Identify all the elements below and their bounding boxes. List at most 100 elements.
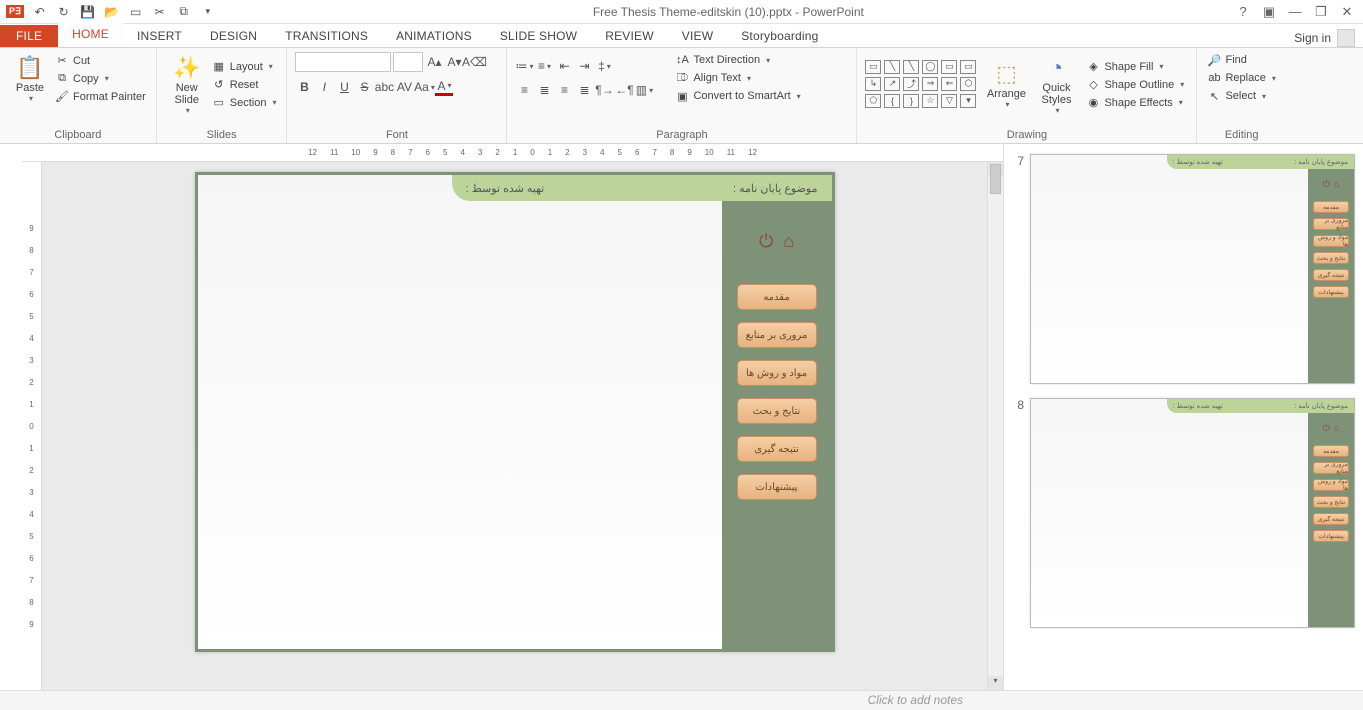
quick-styles-button[interactable]: ◔ Quick Styles▾ <box>1034 52 1078 117</box>
open-icon[interactable]: 📂 <box>104 4 120 20</box>
find-icon: 🔎 <box>1207 53 1221 67</box>
shrink-font-icon[interactable]: A▾ <box>445 53 463 71</box>
new-slide-button[interactable]: ✨ New Slide ▾ <box>165 52 209 117</box>
tab-animations[interactable]: ANIMATIONS <box>382 25 486 47</box>
new-doc-icon[interactable]: ▭ <box>128 4 144 20</box>
vertical-ruler[interactable]: 9876543210123456789 <box>22 162 42 690</box>
notes-pane[interactable]: Click to add notes <box>0 690 1363 710</box>
scroll-down-icon[interactable]: ▾ <box>988 676 1003 690</box>
ribbon-display-icon[interactable]: ▣ <box>1261 4 1277 20</box>
select-button[interactable]: ↖Select▾ <box>1205 88 1277 104</box>
tab-view[interactable]: VIEW <box>668 25 727 47</box>
thumb-number: 8 <box>1012 398 1024 628</box>
rtl-icon[interactable]: ←¶ <box>615 81 633 99</box>
tab-file[interactable]: FILE <box>0 25 58 47</box>
nav-btn-2[interactable]: مواد و روش ها <box>737 360 817 386</box>
reset-icon: ↺ <box>212 78 226 92</box>
italic-icon[interactable]: I <box>315 78 333 96</box>
vertical-scrollbar[interactable]: ▴ ▾ <box>987 162 1003 690</box>
nav-btn-4[interactable]: نتیجه گیری <box>737 436 817 462</box>
shape-outline-button[interactable]: ◇Shape Outline▾ <box>1084 77 1186 93</box>
paste-icon: 📋 <box>16 54 44 82</box>
align-left-icon[interactable]: ≡ <box>515 81 533 99</box>
underline-icon[interactable]: U <box>335 78 353 96</box>
thumbnail[interactable]: 7 موضوع پایان نامه :تهیه شده توسط : ⏻⌂ م… <box>1012 154 1355 384</box>
align-center-icon[interactable]: ≣ <box>535 81 553 99</box>
align-right-icon[interactable]: ≡ <box>555 81 573 99</box>
columns-icon[interactable]: ▥▾ <box>635 81 653 99</box>
copy-button[interactable]: ⧉Copy▾ <box>53 71 148 87</box>
copy-qat-icon[interactable]: ⧉ <box>176 4 192 20</box>
format-painter-button[interactable]: 🖌Format Painter <box>53 89 148 105</box>
replace-icon: ab <box>1207 71 1221 85</box>
decrease-indent-icon[interactable]: ⇤ <box>555 57 573 75</box>
redo-icon[interactable]: ↻ <box>56 4 72 20</box>
restore-icon[interactable]: ❐ <box>1313 4 1329 20</box>
paste-button[interactable]: 📋 Paste ▾ <box>8 52 52 105</box>
tab-design[interactable]: DESIGN <box>196 25 271 47</box>
text-direction-button[interactable]: ↕AText Direction▾ <box>673 52 802 68</box>
tab-insert[interactable]: INSERT <box>123 25 196 47</box>
nav-btn-0[interactable]: مقدمه <box>737 284 817 310</box>
strikethrough-icon[interactable]: S <box>355 78 373 96</box>
close-icon[interactable]: ✕ <box>1339 4 1355 20</box>
shape-effects-button[interactable]: ◉Shape Effects▾ <box>1084 95 1186 111</box>
slide-main[interactable]: موضوع پایان نامه : تهیه شده توسط : ⏻ ⌂ م… <box>195 172 835 652</box>
shapes-gallery[interactable]: ▭╲╲◯▭▭ ↳↗⤴⇒⇐⬡ ⬠{}☆▽▾ <box>865 60 978 110</box>
tab-slideshow[interactable]: SLIDE SHOW <box>486 25 591 47</box>
shape-fill-button[interactable]: ◈Shape Fill▾ <box>1084 59 1186 75</box>
line-spacing-icon[interactable]: ‡▾ <box>595 57 613 75</box>
find-button[interactable]: 🔎Find <box>1205 52 1277 68</box>
thumbnail[interactable]: 8 موضوع پایان نامه :تهیه شده توسط : ⏻⌂ م… <box>1012 398 1355 628</box>
help-icon[interactable]: ? <box>1235 4 1251 19</box>
ltr-icon[interactable]: ¶→ <box>595 81 613 99</box>
save-icon[interactable]: 💾 <box>80 4 96 20</box>
tab-home[interactable]: HOME <box>58 23 123 47</box>
grow-font-icon[interactable]: A▴ <box>425 53 443 71</box>
power-icon[interactable]: ⏻ <box>759 231 773 252</box>
home-icon[interactable]: ⌂ <box>783 231 794 252</box>
section-button[interactable]: ▭Section▾ <box>210 95 279 111</box>
clear-format-icon[interactable]: A⌫ <box>465 53 483 71</box>
tab-review[interactable]: REVIEW <box>591 25 668 47</box>
cut-qat-icon[interactable]: ✂ <box>152 4 168 20</box>
reset-button[interactable]: ↺Reset <box>210 77 279 93</box>
shadow-icon[interactable]: abc <box>375 78 393 96</box>
arrange-button[interactable]: ⬚ Arrange▾ <box>984 58 1028 111</box>
layout-button[interactable]: ▦Layout▾ <box>210 59 279 75</box>
undo-icon[interactable]: ↶ <box>32 4 48 20</box>
bullets-icon[interactable]: ≔▾ <box>515 57 533 75</box>
nav-btn-1[interactable]: مروری بر منابع <box>737 322 817 348</box>
char-spacing-icon[interactable]: AV <box>395 78 413 96</box>
nav-btn-5[interactable]: پیشنهادات <box>737 474 817 500</box>
bold-icon[interactable]: B <box>295 78 313 96</box>
thumb-preview[interactable]: موضوع پایان نامه :تهیه شده توسط : ⏻⌂ مقد… <box>1030 154 1355 384</box>
thumb-preview[interactable]: موضوع پایان نامه :تهیه شده توسط : ⏻⌂ مقد… <box>1030 398 1355 628</box>
convert-smartart-button[interactable]: ▣Convert to SmartArt▾ <box>673 88 802 104</box>
canvas-area[interactable]: موضوع پایان نامه : تهیه شده توسط : ⏻ ⌂ م… <box>42 162 987 690</box>
tab-transitions[interactable]: TRANSITIONS <box>271 25 382 47</box>
thumbnail-panel[interactable]: 7 موضوع پایان نامه :تهیه شده توسط : ⏻⌂ م… <box>1003 144 1363 690</box>
group-drawing: ▭╲╲◯▭▭ ↳↗⤴⇒⇐⬡ ⬠{}☆▽▾ ⬚ Arrange▾ ◔ Quick … <box>857 48 1197 143</box>
qat-customize-icon[interactable]: ▾ <box>200 4 216 20</box>
replace-button[interactable]: abReplace▾ <box>1205 70 1277 86</box>
cut-button[interactable]: ✂Cut <box>53 53 148 69</box>
left-gutter <box>0 144 22 690</box>
justify-icon[interactable]: ≣ <box>575 81 593 99</box>
scissors-icon: ✂ <box>55 54 69 68</box>
font-color-icon[interactable]: A▾ <box>435 78 453 96</box>
text-direction-icon: ↕A <box>675 53 689 67</box>
font-size-select[interactable] <box>393 52 423 72</box>
change-case-icon[interactable]: Aa▾ <box>415 78 433 96</box>
numbering-icon[interactable]: ≡▾ <box>535 57 553 75</box>
increase-indent-icon[interactable]: ⇥ <box>575 57 593 75</box>
scroll-thumb[interactable] <box>990 164 1001 194</box>
tab-storyboarding[interactable]: Storyboarding <box>727 25 832 47</box>
align-text-button[interactable]: ⎄Align Text▾ <box>673 70 802 86</box>
sign-in[interactable]: Sign in <box>1294 29 1363 47</box>
horizontal-ruler[interactable]: 1211109876543210123456789101112 <box>22 144 1003 162</box>
font-family-select[interactable] <box>295 52 391 72</box>
nav-btn-3[interactable]: نتایج و بحث <box>737 398 817 424</box>
slide-sidebar: ⏻ ⌂ مقدمه مروری بر منابع مواد و روش ها ن… <box>722 201 832 649</box>
minimize-icon[interactable]: — <box>1287 4 1303 19</box>
